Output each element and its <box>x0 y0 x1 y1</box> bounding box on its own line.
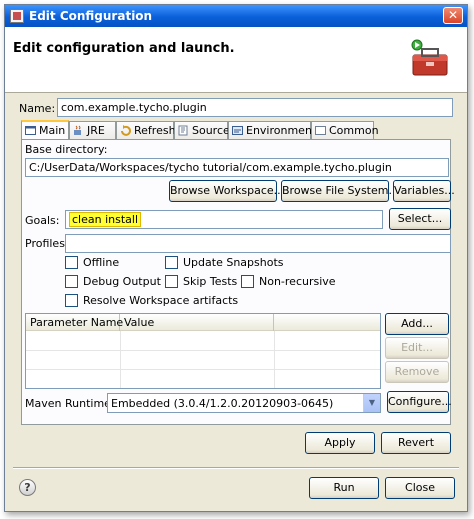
tab-source[interactable]: Source <box>174 121 230 139</box>
add-parameter-button[interactable]: Add... <box>385 313 449 335</box>
debug-output-checkbox[interactable] <box>65 275 78 288</box>
common-icon <box>315 126 326 135</box>
tab-source-label: Source <box>192 124 230 137</box>
parameters-table[interactable]: Parameter Name Value <box>25 313 381 389</box>
goals-select-button[interactable]: Select... <box>389 208 451 230</box>
maven-runtime-value: Embedded (3.0.4/1.2.0.20120903-0645) <box>111 397 334 410</box>
tab-common-label: Common <box>329 124 379 137</box>
main-tab-icon <box>25 126 36 135</box>
update-snapshots-checkbox[interactable] <box>165 256 178 269</box>
edit-parameter-button[interactable]: Edit... <box>385 337 449 359</box>
row-divider <box>26 369 380 370</box>
chevron-down-icon[interactable]: ▼ <box>363 394 380 412</box>
variables-button[interactable]: Variables... <box>393 180 455 202</box>
name-field[interactable]: com.example.tycho.plugin <box>57 98 453 117</box>
title-bar[interactable]: Edit Configuration ✕ <box>5 5 467 27</box>
source-icon <box>178 125 188 136</box>
debug-output-label: Debug Output <box>83 275 161 288</box>
goals-value: clean install <box>69 212 142 227</box>
base-directory-label: Base directory: <box>25 143 108 156</box>
tab-refresh-label: Refresh <box>134 124 176 137</box>
apply-button[interactable]: Apply <box>305 432 375 454</box>
tab-environment-label: Environment <box>246 124 317 137</box>
column-value[interactable]: Value <box>120 314 274 331</box>
tab-common[interactable]: Common <box>311 121 379 139</box>
profiles-label: Profiles: <box>25 237 69 250</box>
tab-main-label: Main <box>39 124 66 137</box>
tab-jre[interactable]: JRE <box>69 121 116 139</box>
configure-button[interactable]: Configure... <box>387 391 452 413</box>
update-snapshots-label: Update Snapshots <box>183 256 284 269</box>
base-directory-field[interactable]: C:/UserData/Workspaces/tycho tutorial/co… <box>25 158 449 177</box>
window-title: Edit Configuration <box>29 9 153 23</box>
maven-runtime-label: Maven Runtime: <box>25 397 115 410</box>
dialog-header: Edit configuration and launch. <box>5 27 467 93</box>
offline-checkbox[interactable] <box>65 256 78 269</box>
skip-tests-checkbox[interactable] <box>165 275 178 288</box>
row-divider <box>26 350 380 351</box>
revert-button[interactable]: Revert <box>381 432 451 454</box>
non-recursive-label: Non-recursive <box>259 275 336 288</box>
environment-icon <box>232 126 243 135</box>
help-icon[interactable]: ? <box>19 479 36 496</box>
edit-configuration-dialog: Edit Configuration ✕ Edit configuration … <box>4 4 468 512</box>
parameters-table-header: Parameter Name Value <box>26 314 380 331</box>
goals-field[interactable]: clean install <box>65 210 383 229</box>
jre-icon <box>74 125 81 135</box>
maven-runtime-select[interactable]: Embedded (3.0.4/1.2.0.20120903-0645) ▼ <box>107 393 381 413</box>
non-recursive-checkbox[interactable] <box>241 275 254 288</box>
resolve-workspace-checkbox[interactable] <box>65 294 78 307</box>
browse-workspace-button[interactable]: Browse Workspace... <box>169 180 284 202</box>
browse-file-system-button[interactable]: Browse File System... <box>281 180 399 202</box>
header-title: Edit configuration and launch. <box>13 41 235 56</box>
profiles-field[interactable] <box>65 234 451 253</box>
footer-separator <box>13 467 459 469</box>
name-label: Name: <box>19 102 56 115</box>
tab-environment[interactable]: Environment <box>228 121 316 139</box>
close-button[interactable]: Close <box>385 477 455 499</box>
run-button[interactable]: Run <box>309 477 379 499</box>
skip-tests-label: Skip Tests <box>183 275 238 288</box>
offline-label: Offline <box>83 256 120 269</box>
tab-main[interactable]: Main <box>21 120 69 140</box>
tab-refresh[interactable]: Refresh <box>116 121 176 139</box>
toolbox-icon <box>411 39 448 76</box>
column-divider <box>120 331 121 388</box>
column-divider <box>274 331 275 388</box>
column-parameter-name[interactable]: Parameter Name <box>26 314 123 331</box>
app-icon <box>10 9 24 23</box>
window-close-button[interactable]: ✕ <box>443 7 463 24</box>
resolve-workspace-label: Resolve Workspace artifacts <box>83 294 239 307</box>
refresh-icon <box>121 125 131 136</box>
goals-label: Goals: <box>25 214 60 227</box>
tab-jre-label: JRE <box>87 124 105 137</box>
remove-parameter-button[interactable]: Remove <box>385 361 449 383</box>
